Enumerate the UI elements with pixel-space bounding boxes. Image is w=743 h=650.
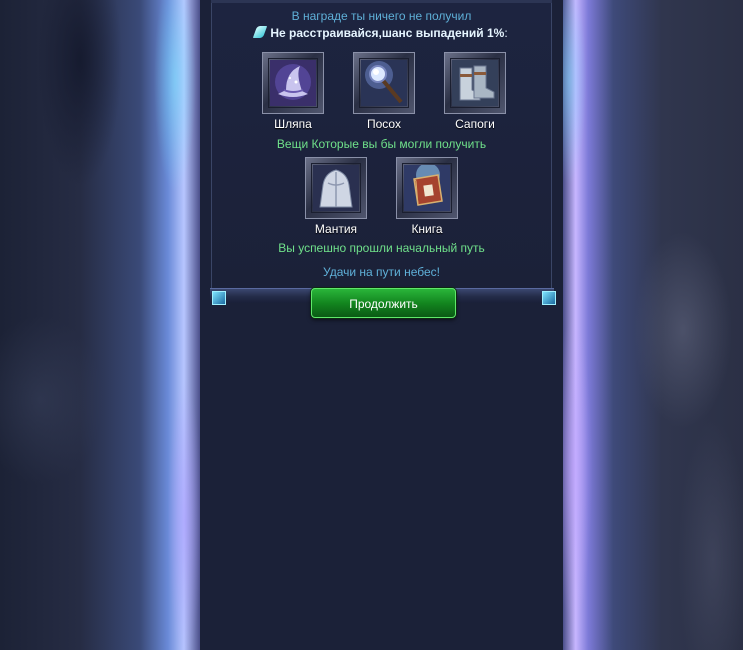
item-frame xyxy=(353,52,415,114)
wizard-hat-icon xyxy=(270,60,316,106)
mantle-icon xyxy=(313,165,359,211)
book-icon xyxy=(404,165,450,211)
could-get-text: Вещи Которые вы бы могли получить xyxy=(276,137,487,151)
item-frame xyxy=(396,157,458,219)
crystal-staff-icon xyxy=(361,60,407,106)
item-label-mantle: Мантия xyxy=(314,222,358,236)
panel-top-border xyxy=(211,0,552,3)
corner-ornament-left-icon xyxy=(212,291,226,305)
right-background-art xyxy=(563,0,743,650)
no-reward-text: В наградe ты ничего не получил xyxy=(291,9,472,23)
item-mantle[interactable]: Мантия xyxy=(301,157,371,236)
continue-button[interactable]: Продолжить xyxy=(311,288,456,318)
drop-chance-text: Не расстраивайся,шанс выпадений 1%: xyxy=(200,26,563,40)
item-label-staff: Посох xyxy=(367,117,401,131)
item-frame xyxy=(262,52,324,114)
luck-text: Удачи на пути небес! xyxy=(323,265,440,279)
item-label-book: Книга xyxy=(411,222,443,236)
center-column: В наградe ты ничего не получил Не расстр… xyxy=(200,0,563,650)
corner-ornament-right-icon xyxy=(542,291,556,305)
drop-chance-colon: : xyxy=(504,26,508,40)
item-book[interactable]: Книга xyxy=(392,157,462,236)
item-label-hat: Шляпа xyxy=(274,117,312,131)
item-frame xyxy=(444,52,506,114)
drop-chance-label: Не расстраивайся,шанс выпадений 1% xyxy=(270,26,505,40)
item-label-boots: Сапоги xyxy=(455,117,495,131)
item-boots[interactable]: Сапоги xyxy=(440,52,510,131)
path-complete-text: Вы успешно прошли начальный путь xyxy=(278,241,485,255)
boots-icon xyxy=(452,60,498,106)
item-frame xyxy=(305,157,367,219)
item-staff[interactable]: Посох xyxy=(349,52,419,131)
gem-icon xyxy=(253,26,268,38)
left-background-art xyxy=(0,0,200,650)
item-hat[interactable]: Шляпа xyxy=(258,52,328,131)
